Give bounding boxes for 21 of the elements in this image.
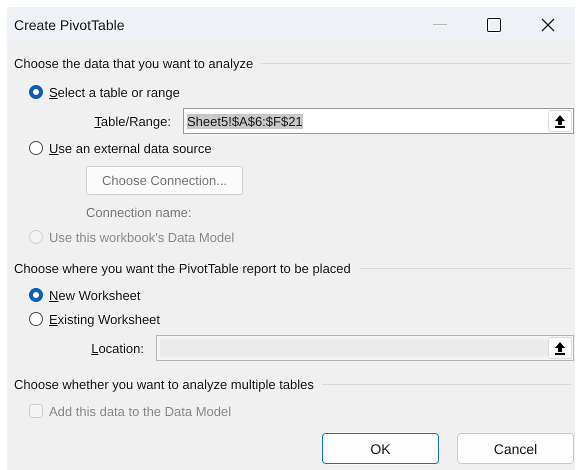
radio-label[interactable]: Existing Worksheet: [49, 312, 160, 326]
field-label: Table/Range:: [93, 114, 172, 128]
section-heading: Choose whether you want to analyze multiple tables: [14, 376, 314, 392]
radio-button[interactable]: [29, 312, 43, 326]
ok-button[interactable]: OK: [322, 433, 439, 464]
field-label: Location:: [90, 340, 145, 356]
radio-button[interactable]: [29, 288, 43, 302]
connection-name-label: Connection name:: [86, 204, 193, 222]
radio-button[interactable]: [29, 85, 43, 99]
radio-label[interactable]: New Worksheet: [49, 288, 141, 302]
radio-button[interactable]: [29, 141, 43, 155]
window-title: Create PivotTable: [14, 16, 126, 32]
section-heading: Choose where you want the PivotTable report to be placed: [14, 260, 351, 276]
cancel-button[interactable]: Cancel: [457, 433, 574, 464]
radio-label[interactable]: Use an external data source: [49, 140, 212, 156]
section-heading: Choose the data that you want to analyze: [14, 56, 254, 70]
radio-label[interactable]: Select a table or range: [49, 84, 180, 100]
range-field[interactable]: Sheet5!$A$6:$F$21: [183, 108, 574, 134]
collapse-dialog-icon: [554, 114, 566, 128]
collapse-button[interactable]: [548, 110, 572, 132]
collapse-dialog-icon: [554, 341, 566, 355]
